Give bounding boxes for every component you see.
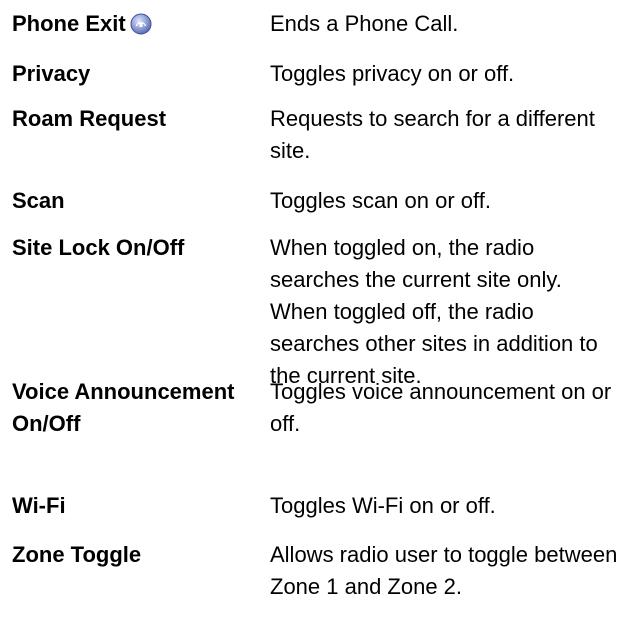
term-scan: Scan [12,188,65,213]
description-roam-request: Requests to search for a different site. [270,106,595,163]
term-voice-announcement: Voice Announcement On/Off [12,379,235,436]
term-site-lock: Site Lock On/Off [12,235,185,260]
term-phone-exit: Phone Exit [12,8,262,40]
description-voice-announcement: Toggles voice announcement on or off. [270,379,612,436]
term-privacy: Privacy [12,61,91,86]
description-privacy: Toggles privacy on or off. [270,61,515,86]
description-wifi: Toggles Wi-Fi on or off. [270,493,496,518]
feature-definition-list: Phone Exit Ends a Phone Call. Privacy To… [0,0,628,625]
phone-exit-icon [130,12,152,35]
term-label: Phone Exit [12,11,126,36]
term-wifi: Wi-Fi [12,493,66,518]
description-phone-exit: Ends a Phone Call. [270,11,459,36]
description-zone-toggle: Allows radio user to toggle between Zone… [270,542,618,599]
term-roam-request: Roam Request [12,106,167,131]
description-scan: Toggles scan on or off. [270,188,491,213]
description-site-lock: When toggled on, the radio searches the … [270,235,598,388]
term-zone-toggle: Zone Toggle [12,542,142,567]
